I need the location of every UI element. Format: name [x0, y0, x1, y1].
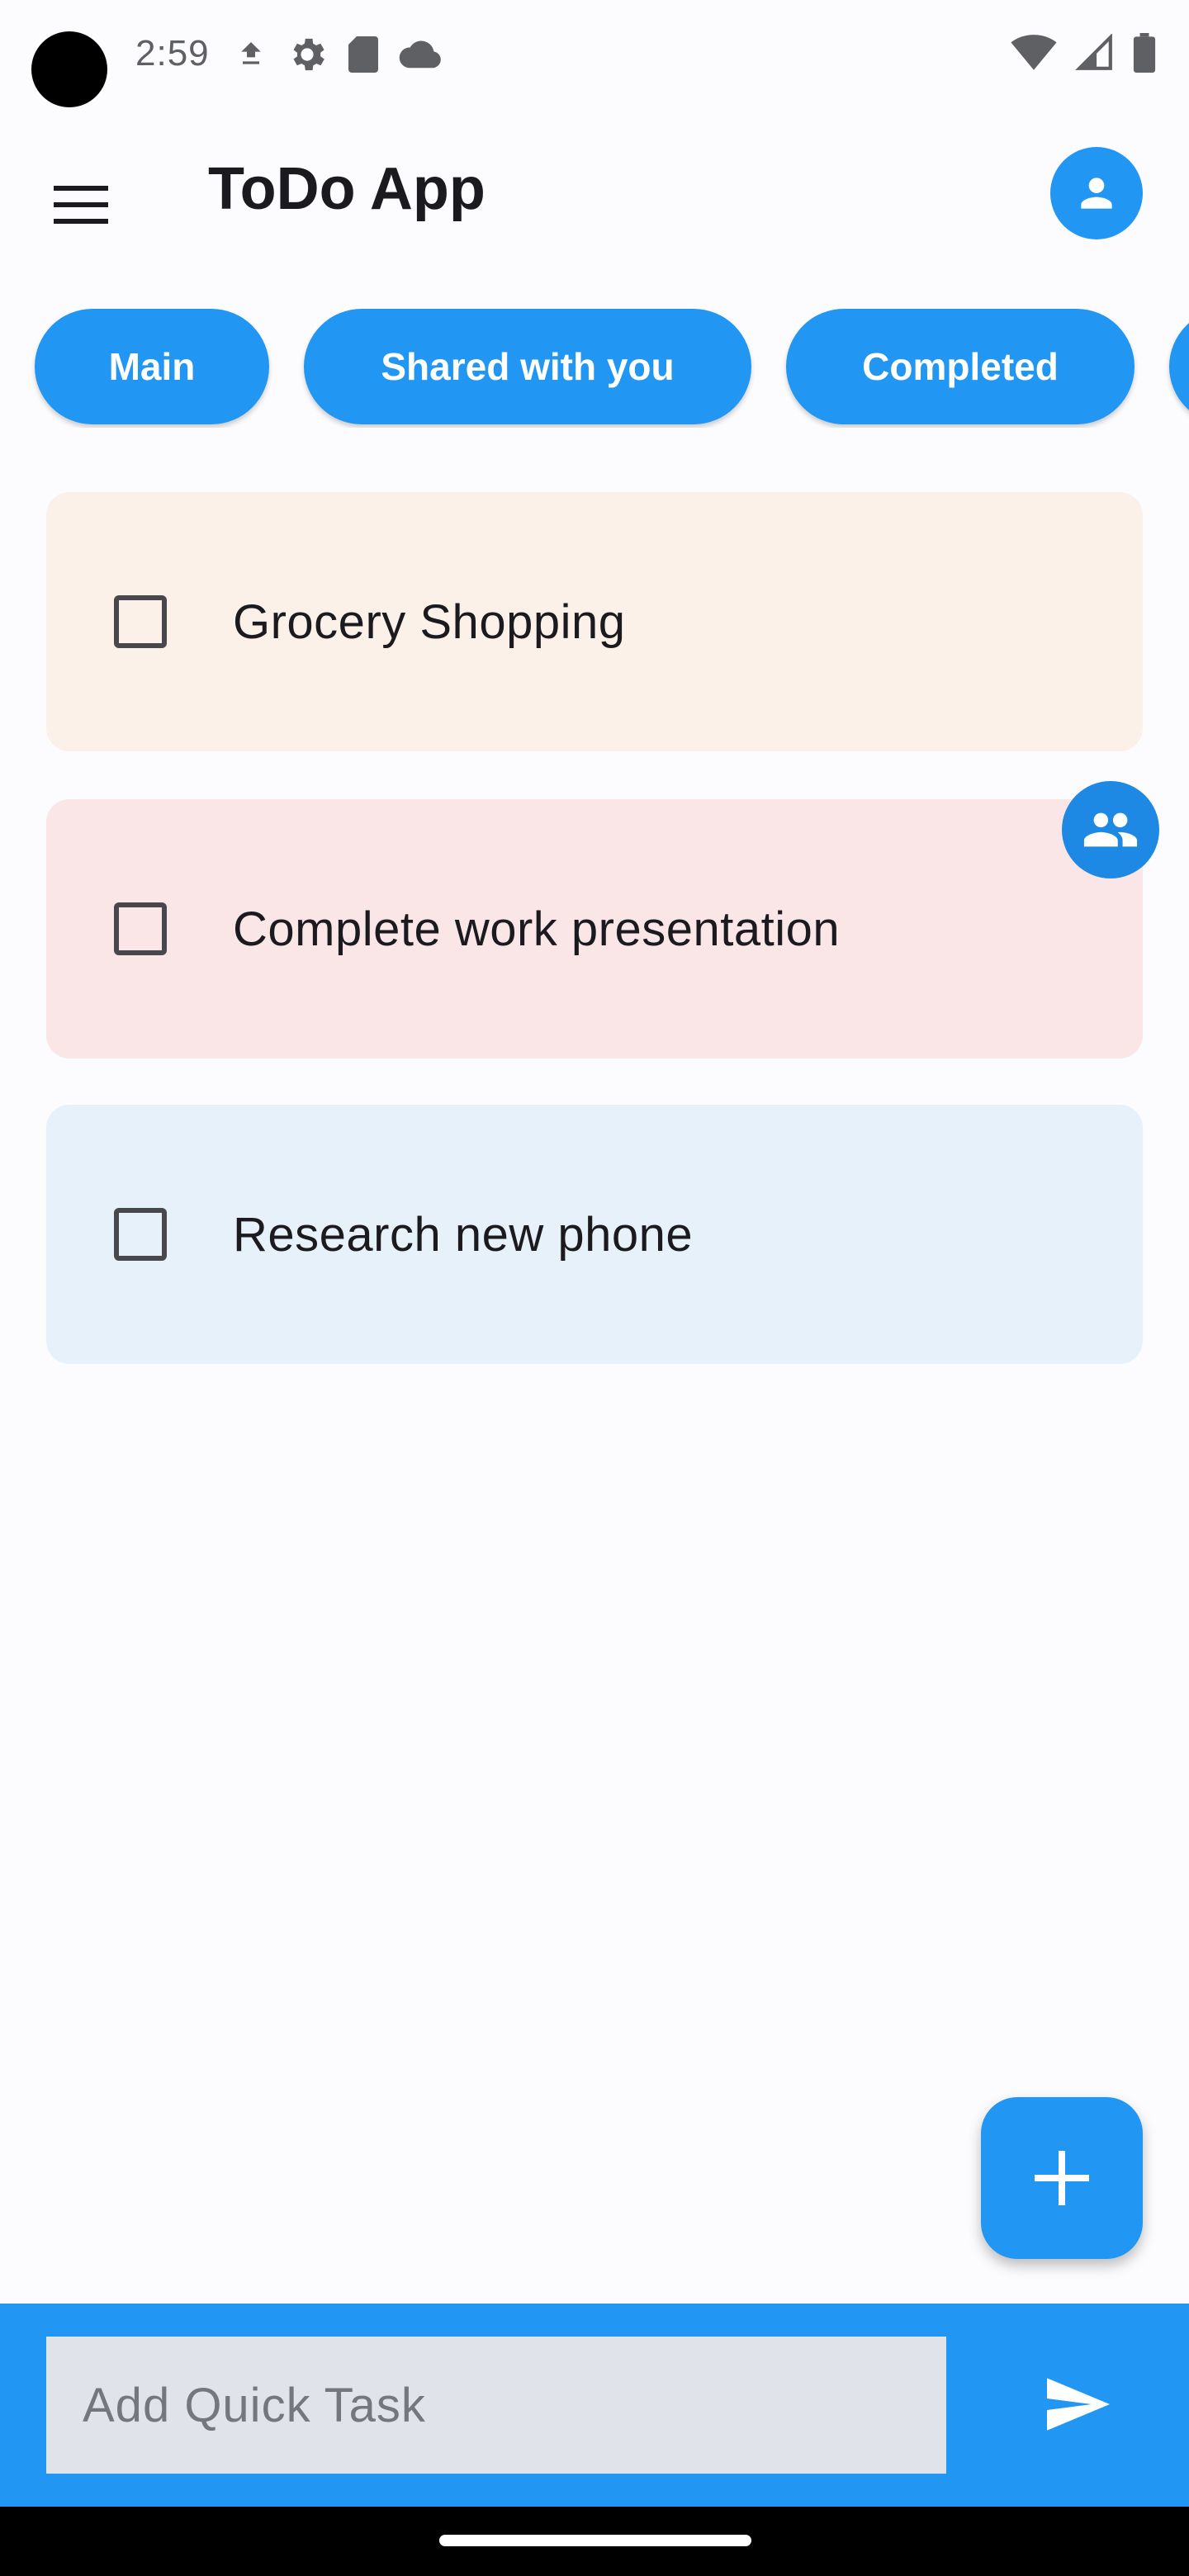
home-indicator[interactable] — [439, 2535, 751, 2546]
tab-completed[interactable]: Completed — [786, 309, 1135, 424]
hamburger-menu-icon — [54, 186, 108, 224]
profile-button[interactable] — [1050, 147, 1143, 239]
task-title: Complete work presentation — [233, 902, 841, 956]
task-checkbox[interactable] — [114, 595, 167, 648]
quick-task-input[interactable] — [46, 2337, 946, 2474]
status-bar: 2:59 — [0, 0, 1189, 116]
shared-badge — [1062, 781, 1159, 878]
settings-gear-icon — [293, 38, 324, 71]
group-icon — [1083, 812, 1138, 847]
send-icon — [1047, 2378, 1110, 2431]
add-task-fab[interactable] — [981, 2097, 1143, 2259]
plus-icon — [1035, 2151, 1089, 2205]
app-bar: ToDo App — [0, 132, 1189, 256]
status-icons-left — [234, 33, 443, 76]
download-icon — [241, 42, 261, 64]
task-checkbox[interactable] — [114, 902, 167, 955]
menu-button[interactable] — [48, 172, 114, 238]
tab-main[interactable]: Main — [35, 309, 269, 424]
task-checkbox[interactable] — [114, 1208, 167, 1261]
filter-tabs: Main Shared with you Completed — [0, 309, 1189, 428]
quick-add-bar — [0, 2304, 1189, 2507]
task-title: Grocery Shopping — [233, 594, 626, 649]
screen: 2:59 ToDo App Main Shared with you Compl… — [0, 0, 1189, 2576]
tab-shared-with-you[interactable]: Shared with you — [304, 309, 751, 424]
send-button[interactable] — [1029, 2355, 1128, 2454]
status-time: 2:59 — [135, 33, 210, 73]
task-card[interactable]: Complete work presentation — [46, 799, 1143, 1058]
person-icon — [1081, 178, 1112, 209]
sd-card-icon — [348, 36, 378, 73]
cell-signal-icon — [1075, 34, 1112, 70]
status-icons-right — [1011, 33, 1156, 73]
tab-more[interactable] — [1169, 309, 1189, 424]
cloud-icon — [399, 40, 441, 69]
battery-icon — [1133, 33, 1156, 73]
task-title: Research new phone — [233, 1207, 694, 1262]
system-nav-bar — [0, 2507, 1189, 2576]
page-title: ToDo App — [208, 156, 486, 222]
task-card[interactable]: Grocery Shopping — [46, 492, 1143, 751]
task-card[interactable]: Research new phone — [46, 1105, 1143, 1364]
wifi-icon — [1011, 35, 1057, 70]
camera-cutout — [31, 31, 107, 107]
